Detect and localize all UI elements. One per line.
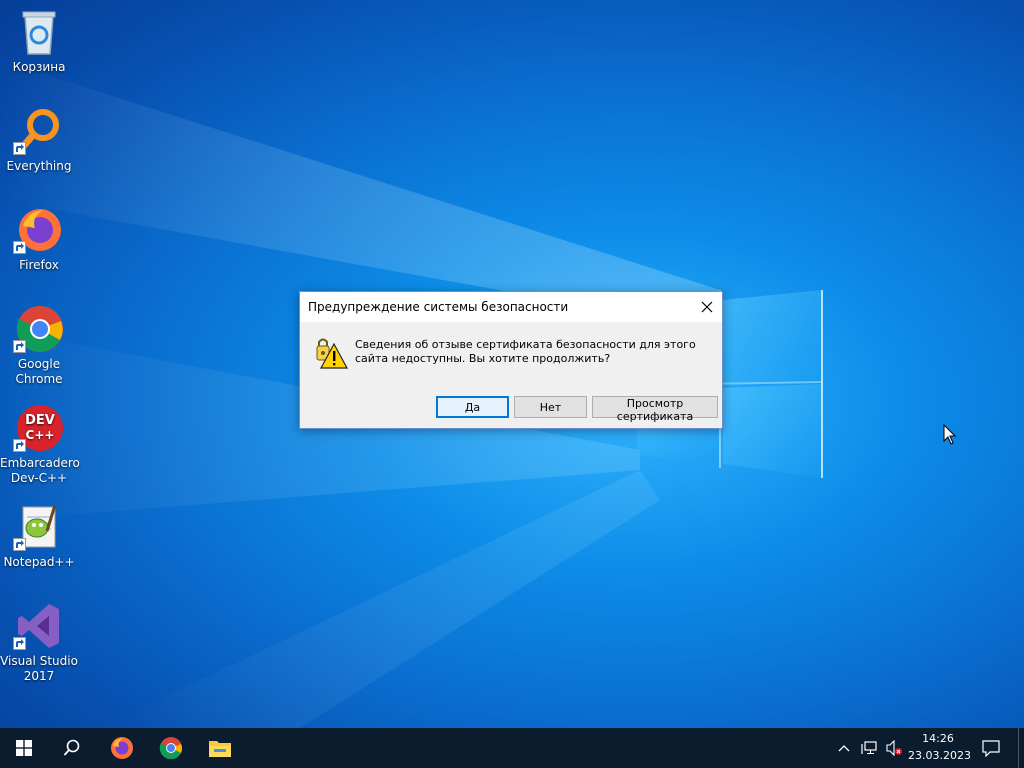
taskbar-file-explorer[interactable]	[196, 728, 244, 768]
shortcut-arrow-icon	[13, 340, 26, 353]
close-icon	[701, 301, 713, 313]
shortcut-arrow-icon	[13, 538, 26, 551]
firefox-icon	[111, 737, 133, 759]
notepadpp-icon	[13, 501, 65, 553]
desktop-icon-notepadpp[interactable]: Notepad++	[0, 501, 78, 570]
search-button[interactable]	[48, 728, 96, 768]
desktop-icon-google-chrome[interactable]: Google Chrome	[0, 303, 78, 387]
security-warning-dialog: Предупреждение системы безопасности Свед…	[299, 291, 723, 429]
shortcut-arrow-icon	[13, 241, 26, 254]
dialog-body: Сведения об отзыве сертификата безопасно…	[300, 322, 722, 428]
chevron-up-icon	[838, 745, 850, 752]
firefox-icon	[13, 204, 65, 256]
desktop-icon-dev-cpp[interactable]: DEV C++ Embarcadero Dev-C++	[0, 402, 80, 486]
notification-icon	[982, 739, 1000, 757]
network-tray-button[interactable]	[856, 728, 882, 768]
network-icon	[861, 741, 877, 754]
action-center-button[interactable]	[970, 728, 1012, 768]
search-icon	[63, 739, 80, 756]
clock-time: 14:26	[922, 732, 954, 745]
taskbar-firefox[interactable]	[98, 728, 146, 768]
dialog-titlebar[interactable]: Предупреждение системы безопасности	[300, 292, 722, 322]
yes-button[interactable]: Да	[436, 396, 509, 418]
clock-button[interactable]: 14:26 23.03.2023	[908, 728, 971, 768]
windows-start-icon	[16, 740, 32, 756]
desktop-icon-label: Everything	[6, 159, 72, 173]
desktop-icon-label: Корзина	[12, 60, 66, 74]
view-certificate-button[interactable]: Просмотр сертификата	[592, 396, 718, 423]
start-button[interactable]	[0, 728, 48, 768]
desktop-icon-label: Embarcadero Dev-C++	[0, 456, 80, 485]
show-desktop-button[interactable]	[1018, 728, 1019, 768]
visual-studio-icon	[13, 600, 65, 652]
chrome-icon	[159, 737, 182, 760]
dialog-title: Предупреждение системы безопасности	[308, 300, 569, 314]
everything-search-icon	[13, 105, 65, 157]
shortcut-arrow-icon	[13, 637, 26, 650]
close-button[interactable]	[692, 292, 722, 322]
show-hidden-icons-button[interactable]	[832, 728, 856, 768]
svg-text:DEV: DEV	[25, 413, 55, 428]
desktop-icon-firefox[interactable]: Firefox	[0, 204, 78, 273]
taskbar-chrome[interactable]	[147, 728, 195, 768]
taskbar: 14:26 23.03.2023	[0, 728, 1024, 768]
volume-muted-icon	[886, 740, 902, 756]
desktop-icon-label: Visual Studio 2017	[0, 654, 78, 683]
recycle-bin-icon	[13, 6, 65, 58]
svg-text:C++: C++	[26, 428, 55, 442]
devcpp-icon: DEV C++	[13, 402, 65, 454]
shortcut-arrow-icon	[13, 142, 26, 155]
desktop-icon-label: Google Chrome	[15, 357, 63, 386]
dialog-message: Сведения об отзыве сертификата безопасно…	[355, 338, 696, 365]
desktop-icon-everything[interactable]: Everything	[0, 105, 78, 174]
chrome-icon	[13, 303, 65, 355]
file-explorer-icon	[209, 741, 231, 757]
security-lock-warning-icon	[316, 338, 348, 369]
volume-tray-button[interactable]	[882, 728, 906, 768]
desktop-icon-recycle-bin[interactable]: Корзина	[0, 6, 78, 75]
desktop-icon-visual-studio[interactable]: Visual Studio 2017	[0, 600, 78, 684]
clock-date: 23.03.2023	[908, 749, 971, 762]
mouse-cursor-icon	[943, 424, 957, 445]
desktop-icon-label: Notepad++	[3, 555, 75, 569]
shortcut-arrow-icon	[13, 439, 26, 452]
no-button[interactable]: Нет	[514, 396, 587, 418]
desktop-icon-label: Firefox	[19, 258, 59, 272]
